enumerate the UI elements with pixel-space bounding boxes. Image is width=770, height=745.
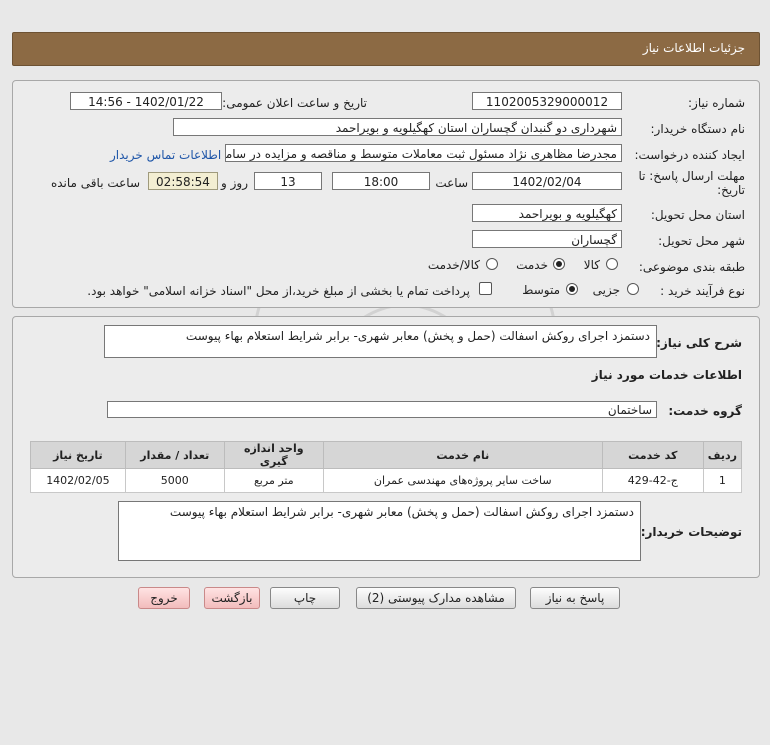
category-both-label: کالا/خدمت	[427, 258, 480, 272]
category-goods-label: کالا	[583, 258, 600, 272]
days-label: روز و	[221, 176, 248, 190]
process-medium-radio[interactable]	[566, 283, 578, 295]
quantity: 5000	[124, 468, 225, 493]
col-code-header: کد خدمت	[601, 441, 704, 469]
summary-label: شرح کلی نیاز:	[656, 336, 742, 350]
buyer-notes-box: دستمزد اجرای روکش اسفالت (حمل و پخش) معا…	[118, 501, 641, 561]
col-date-header: تاریخ نیاز	[30, 441, 126, 469]
announce-label: تاریخ و ساعت اعلان عمومی:	[222, 96, 367, 110]
reply-button[interactable]: پاسخ به نیاز	[530, 587, 620, 609]
service-group-label: گروه خدمت:	[668, 404, 742, 418]
category-both-radio[interactable]	[486, 258, 498, 270]
need-number-field: 1102005329000012	[472, 92, 622, 110]
unit: متر مربع	[223, 468, 324, 493]
service-group-field: ساختمان	[107, 401, 657, 418]
category-service-radio[interactable]	[553, 258, 565, 270]
col-row-header: ردیف	[702, 441, 743, 469]
province-field: کهگیلویه و بویراحمد	[472, 204, 622, 222]
buyer-label: نام دستگاه خریدار:	[650, 122, 746, 136]
process-partial-label: جزیی	[592, 283, 620, 297]
category-goods-radio[interactable]	[606, 258, 618, 270]
deadline-label: مهلت ارسال پاسخ: تا	[638, 169, 745, 183]
table-row: 1 ج-42-429 ساخت سایر پروژه‌های مهندسی عم…	[30, 468, 743, 493]
treasury-payment-note: پرداخت تمام یا بخشی از مبلغ خرید،از محل …	[87, 284, 470, 298]
process-partial-radio[interactable]	[627, 283, 639, 295]
buyer-notes-label: توضیحات خریدار:	[640, 525, 742, 539]
creator-field: مجدرضا مظاهری نژاد مسئول ثبت معاملات متو…	[225, 144, 622, 162]
print-button[interactable]: چاپ	[270, 587, 340, 609]
summary-box: دستمزد اجرای روکش اسفالت (حمل و پخش) معا…	[104, 325, 657, 358]
deadline-date-field: 1402/02/04	[472, 172, 622, 190]
col-qty-header: تعداد / مقدار	[124, 441, 225, 469]
exit-button[interactable]: خروج	[138, 587, 190, 609]
col-unit-header: واحد اندازه گیری	[223, 441, 324, 469]
services-title: اطلاعات خدمات مورد نیاز	[591, 368, 742, 382]
province-label: استان محل تحویل:	[650, 208, 745, 222]
creator-label: ایجاد کننده درخواست:	[634, 148, 745, 162]
service-name: ساخت سایر پروژه‌های مهندسی عمران	[322, 468, 603, 493]
deadline-label-date: تاریخ:	[717, 183, 745, 197]
col-name-header: نام خدمت	[322, 441, 603, 469]
table-header-row: ردیف کد خدمت نام خدمت واحد اندازه گیری ت…	[30, 441, 743, 469]
page-header: جزئیات اطلاعات نیاز	[12, 32, 760, 66]
process-type-label: نوع فرآیند خرید :	[660, 284, 745, 298]
days-remaining-field: 13	[254, 172, 322, 190]
category-label: طبقه بندی موضوعی:	[638, 260, 745, 274]
buyer-field: شهرداری دو گنبدان گچساران استان کهگیلویه…	[173, 118, 622, 136]
time-remaining-field: 02:58:54	[148, 172, 218, 190]
page-title: جزئیات اطلاعات نیاز	[642, 41, 745, 55]
buyer-contact-link[interactable]: اطلاعات تماس خریدار	[110, 148, 221, 162]
need-date: 1402/02/05	[30, 468, 126, 493]
time-label: ساعت	[435, 176, 468, 190]
city-field: گچساران	[472, 230, 622, 248]
service-code: ج-42-429	[601, 468, 704, 493]
category-service-label: خدمت	[516, 258, 548, 272]
time-remaining-label: ساعت باقی مانده	[50, 176, 140, 190]
process-medium-label: متوسط	[522, 283, 560, 297]
need-number-label: شماره نیاز:	[688, 96, 745, 110]
services-table: ردیف کد خدمت نام خدمت واحد اندازه گیری ت…	[30, 441, 743, 493]
city-label: شهر محل تحویل:	[658, 234, 745, 248]
treasury-payment-checkbox[interactable]	[479, 282, 492, 295]
deadline-time-field: 18:00	[332, 172, 430, 190]
announce-datetime-field: 1402/01/22 - 14:56	[70, 92, 222, 110]
view-attachments-button[interactable]: مشاهده مدارک پیوستی (2)	[356, 587, 516, 609]
row-number: 1	[702, 468, 743, 493]
back-button[interactable]: بازگشت	[204, 587, 260, 609]
